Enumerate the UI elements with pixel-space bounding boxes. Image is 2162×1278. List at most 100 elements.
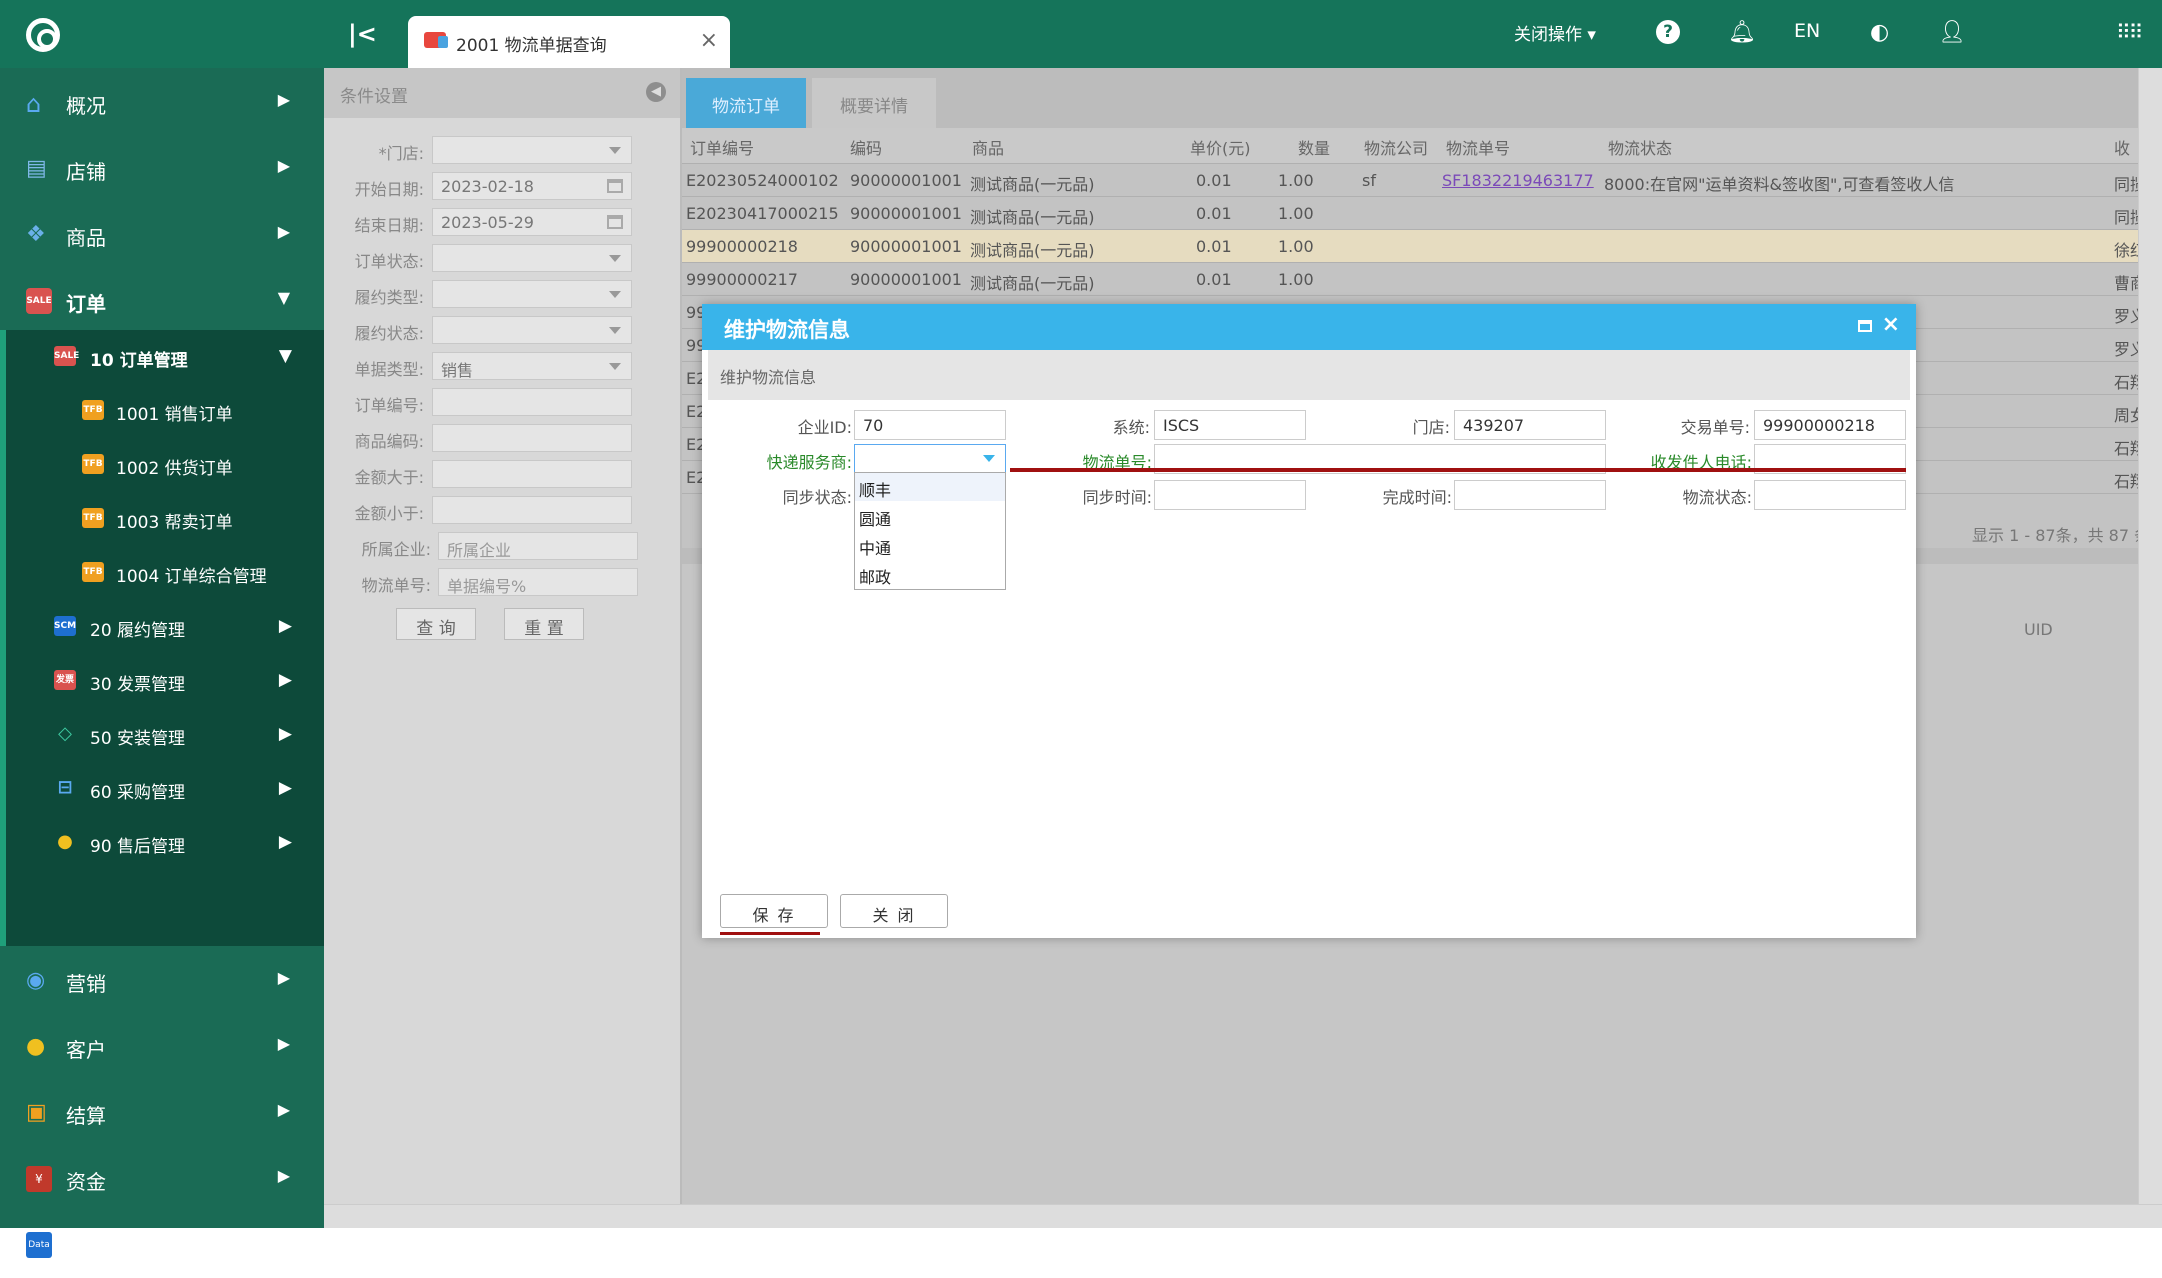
sidebar-sub-purchase[interactable]: ⊟ 60 采购管理 ▶ bbox=[0, 762, 324, 816]
company-input[interactable]: 所属企业 bbox=[438, 532, 638, 560]
column-header[interactable]: 物流公司 bbox=[1364, 135, 1428, 159]
sidebar-item-customer[interactable]: ● 客户 ▶ bbox=[0, 1014, 324, 1080]
help-icon[interactable]: ? bbox=[1656, 20, 1680, 44]
sync-time-field[interactable] bbox=[1154, 480, 1306, 510]
amount-max-input[interactable] bbox=[432, 496, 632, 524]
sidebar-sub-sales-order[interactable]: TFB 1001 销售订单 bbox=[0, 384, 324, 438]
column-header[interactable]: 数量 bbox=[1298, 135, 1330, 159]
tab-summary[interactable]: 概要详情 bbox=[812, 78, 936, 128]
pager-info: 显示 1 - 87条，共 87 条 bbox=[1972, 526, 2151, 545]
orders-submenu: SALE 10 订单管理 ▼ TFB 1001 销售订单 TFB 1002 供货订… bbox=[0, 330, 324, 946]
trade-no-field[interactable]: 99900000218 bbox=[1754, 410, 1906, 440]
apps-grid-icon[interactable]: ⠿⠿ bbox=[2116, 20, 2143, 44]
courier-option[interactable]: 中通 bbox=[855, 531, 1005, 559]
person-icon: ● bbox=[57, 831, 73, 852]
store-select[interactable] bbox=[432, 136, 632, 164]
logistics-no-input[interactable]: 单据编号% bbox=[438, 568, 638, 596]
tab-logistics-query[interactable]: 2001 物流单据查询 × bbox=[408, 16, 730, 68]
courier-option[interactable]: 圆通 bbox=[855, 502, 1005, 530]
system-field[interactable]: ISCS bbox=[1154, 410, 1306, 440]
sidebar-sub-order-management[interactable]: SALE 10 订单管理 ▼ bbox=[0, 330, 324, 384]
sidebar-item-overview[interactable]: ⌂ 概况 ▶ bbox=[0, 70, 324, 136]
sidebar-item-settlement[interactable]: ▣ 结算 ▶ bbox=[0, 1080, 324, 1146]
language-switch[interactable]: EN bbox=[1794, 20, 1820, 42]
sidebar-sub-supply-order[interactable]: TFB 1002 供货订单 bbox=[0, 438, 324, 492]
query-button[interactable]: 查 询 bbox=[396, 608, 476, 640]
goods-code-input[interactable] bbox=[432, 424, 632, 452]
finish-time-field[interactable] bbox=[1454, 480, 1606, 510]
app-logo[interactable] bbox=[26, 18, 60, 52]
amount-min-input[interactable] bbox=[432, 460, 632, 488]
courier-option[interactable]: 顺丰 bbox=[855, 473, 1005, 501]
table-row[interactable]: E20230417000215 90000001001 测试商品(一元品) 0.01… bbox=[682, 197, 2146, 230]
save-button[interactable]: 保 存 bbox=[720, 894, 828, 928]
filter-label: 单据类型: bbox=[354, 360, 424, 379]
tab-logistics-orders[interactable]: 物流订单 bbox=[686, 78, 806, 128]
close-button[interactable]: 关 闭 bbox=[840, 894, 948, 928]
tab-close-icon[interactable]: × bbox=[700, 28, 718, 53]
table-row[interactable]: 99900000217 90000001001 测试商品(一元品) 0.01 1.00… bbox=[682, 263, 2146, 296]
close-operations-menu[interactable]: 关闭操作 ▾ bbox=[1514, 20, 1596, 45]
column-header[interactable]: UID bbox=[2024, 620, 2053, 639]
chevron-down-icon[interactable] bbox=[983, 455, 995, 462]
user-icon[interactable]: 👤︎ bbox=[1938, 20, 1966, 45]
column-header[interactable]: 单价(元) bbox=[1190, 135, 1251, 159]
filter-label: 订单状态: bbox=[354, 252, 424, 271]
maximize-icon[interactable] bbox=[1858, 320, 1872, 332]
sidebar-sub-invoice[interactable]: 发票 30 发票管理 ▶ bbox=[0, 654, 324, 708]
company-id-field[interactable]: 70 bbox=[854, 410, 1006, 440]
table-row-selected[interactable]: 99900000218 90000001001 测试商品(一元品) 0.01 1.00… bbox=[682, 230, 2146, 263]
main-vertical-scrollbar[interactable] bbox=[2138, 68, 2162, 1204]
column-header[interactable]: 收 bbox=[2114, 135, 2130, 159]
logistics-status-field[interactable] bbox=[1754, 480, 1906, 510]
order-status-select[interactable] bbox=[432, 244, 632, 272]
filter-label: *门店: bbox=[378, 144, 424, 163]
courier-select[interactable] bbox=[854, 444, 1006, 474]
sidebar-item-data[interactable]: Data 数据 ▶ bbox=[0, 1212, 324, 1278]
column-header[interactable]: 编码 bbox=[850, 135, 882, 159]
fulfill-type-select[interactable] bbox=[432, 280, 632, 308]
sidebar-item-funds[interactable]: ¥ 资金 ▶ bbox=[0, 1146, 324, 1212]
sidebar-item-orders[interactable]: SALE 订单 ▼ bbox=[0, 268, 324, 334]
filter-label: 金额大于: bbox=[354, 468, 424, 487]
order-icon: TFB bbox=[82, 400, 104, 420]
main-horizontal-scrollbar[interactable] bbox=[324, 1204, 2162, 1228]
column-header[interactable]: 订单编号 bbox=[690, 135, 754, 159]
reset-button[interactable]: 重 置 bbox=[504, 608, 584, 640]
collapse-sidebar-icon[interactable]: |< bbox=[348, 20, 377, 48]
sidebar-sub-install[interactable]: ◇ 50 安装管理 ▶ bbox=[0, 708, 324, 762]
sale-icon: SALE bbox=[26, 288, 52, 314]
filter-label: 所属企业: bbox=[361, 540, 431, 559]
start-date-input[interactable]: 2023-02-18 bbox=[432, 172, 632, 200]
column-header[interactable]: 商品 bbox=[972, 135, 1004, 159]
fulfill-status-select[interactable] bbox=[432, 316, 632, 344]
calendar-icon[interactable] bbox=[607, 215, 623, 229]
calendar-icon[interactable] bbox=[607, 179, 623, 193]
doc-type-select[interactable]: 销售 bbox=[432, 352, 632, 380]
tracking-link[interactable]: SF1832219463177 bbox=[1442, 171, 1594, 190]
sidebar-sub-fulfillment[interactable]: SCM 20 履约管理 ▶ bbox=[0, 600, 324, 654]
sidebar-item-goods[interactable]: ❖ 商品 ▶ bbox=[0, 202, 324, 268]
order-no-input[interactable] bbox=[432, 388, 632, 416]
sidebar-sub-order-overview[interactable]: TFB 1004 订单综合管理 bbox=[0, 546, 324, 600]
sidebar-sub-aftersale[interactable]: ● 90 售后管理 ▶ bbox=[0, 816, 324, 870]
store-field[interactable]: 439207 bbox=[1454, 410, 1606, 440]
column-header[interactable]: 物流状态 bbox=[1608, 135, 1672, 159]
sidebar-sub-resale-order[interactable]: TFB 1003 帮卖订单 bbox=[0, 492, 324, 546]
table-row[interactable]: E20230524000102 90000001001 测试商品(一元品) 0.01… bbox=[682, 164, 2146, 197]
order-icon: TFB bbox=[82, 562, 104, 582]
column-header[interactable]: 物流单号 bbox=[1446, 135, 1510, 159]
user-icon: ● bbox=[26, 1034, 46, 1059]
trade-no-label: 交易单号: bbox=[1680, 418, 1750, 437]
close-icon[interactable]: × bbox=[1882, 312, 1900, 337]
end-date-input[interactable]: 2023-05-29 bbox=[432, 208, 632, 236]
sidebar-item-store[interactable]: ▤ 店铺 ▶ bbox=[0, 136, 324, 202]
dialog-title-bar[interactable]: 维护物流信息 × bbox=[702, 304, 1916, 350]
filter-label: 商品编码: bbox=[354, 432, 424, 451]
collapse-panel-icon[interactable]: ◀ bbox=[646, 82, 666, 102]
globe-icon: ◉ bbox=[26, 968, 46, 993]
theme-icon[interactable]: ◐ bbox=[1870, 20, 1889, 45]
bell-icon[interactable]: 🔔︎ bbox=[1728, 20, 1756, 45]
sidebar-item-marketing[interactable]: ◉ 营销 ▶ bbox=[0, 948, 324, 1014]
courier-option[interactable]: 邮政 bbox=[855, 560, 1005, 588]
